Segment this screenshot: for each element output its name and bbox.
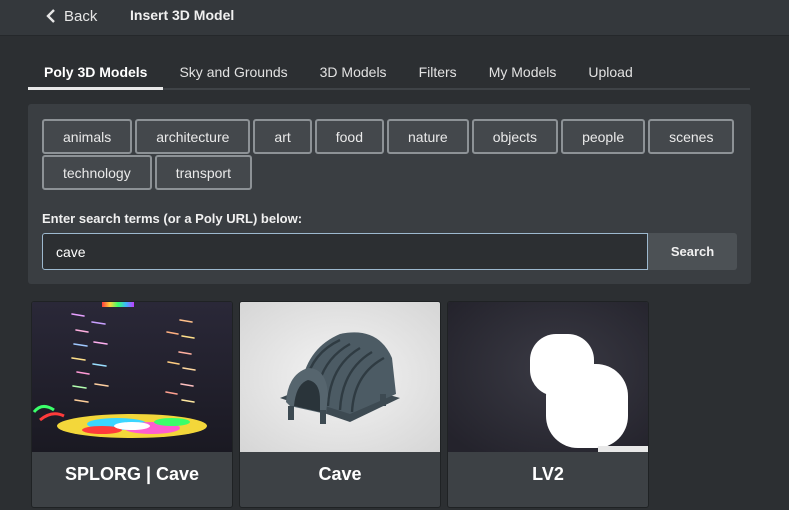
result-title: LV2 <box>532 464 564 484</box>
result-thumbnail <box>32 302 232 452</box>
back-button[interactable]: Back <box>46 6 97 26</box>
tab-filters[interactable]: Filters <box>403 56 473 88</box>
search-button[interactable]: Search <box>648 233 737 270</box>
category-chip-architecture[interactable]: architecture <box>135 119 251 154</box>
category-chip-technology[interactable]: technology <box>42 155 152 190</box>
category-chip-animals[interactable]: animals <box>42 119 133 154</box>
result-thumbnail <box>240 302 440 452</box>
category-chip-art[interactable]: art <box>253 119 312 154</box>
result-title: SPLORG | Cave <box>64 464 200 484</box>
search-panel: animals architecture art food nature obj… <box>28 104 751 284</box>
top-bar: Back Insert 3D Model <box>0 0 789 36</box>
category-chips: animals architecture art food nature obj… <box>42 119 742 190</box>
category-chip-food[interactable]: food <box>314 119 384 154</box>
tab-upload[interactable]: Upload <box>572 56 648 88</box>
category-chip-transport[interactable]: transport <box>154 155 252 190</box>
category-chip-nature[interactable]: nature <box>387 119 469 154</box>
tab-3d-models[interactable]: 3D Models <box>304 56 403 88</box>
search-input[interactable] <box>42 233 648 270</box>
result-card[interactable]: Cave <box>239 301 441 508</box>
result-card[interactable]: SPLORG | Cave <box>31 301 233 508</box>
result-card[interactable]: LV2 <box>447 301 649 508</box>
dialog-title: Insert 3D Model <box>130 7 235 23</box>
result-thumbnail <box>448 302 648 452</box>
category-chip-objects[interactable]: objects <box>471 119 559 154</box>
chevron-left-icon <box>46 9 55 23</box>
tab-poly-3d-models[interactable]: Poly 3D Models <box>28 56 164 90</box>
search-label: Enter search terms (or a Poly URL) below… <box>42 211 303 226</box>
result-title: Cave <box>318 464 362 484</box>
source-tabs: Poly 3D Models Sky and Grounds 3D Models… <box>28 56 750 90</box>
back-label: Back <box>64 7 98 25</box>
tab-my-models[interactable]: My Models <box>473 56 573 88</box>
category-chip-scenes[interactable]: scenes <box>648 119 735 154</box>
category-chip-people[interactable]: people <box>561 119 646 154</box>
tab-sky-and-grounds[interactable]: Sky and Grounds <box>163 56 303 88</box>
